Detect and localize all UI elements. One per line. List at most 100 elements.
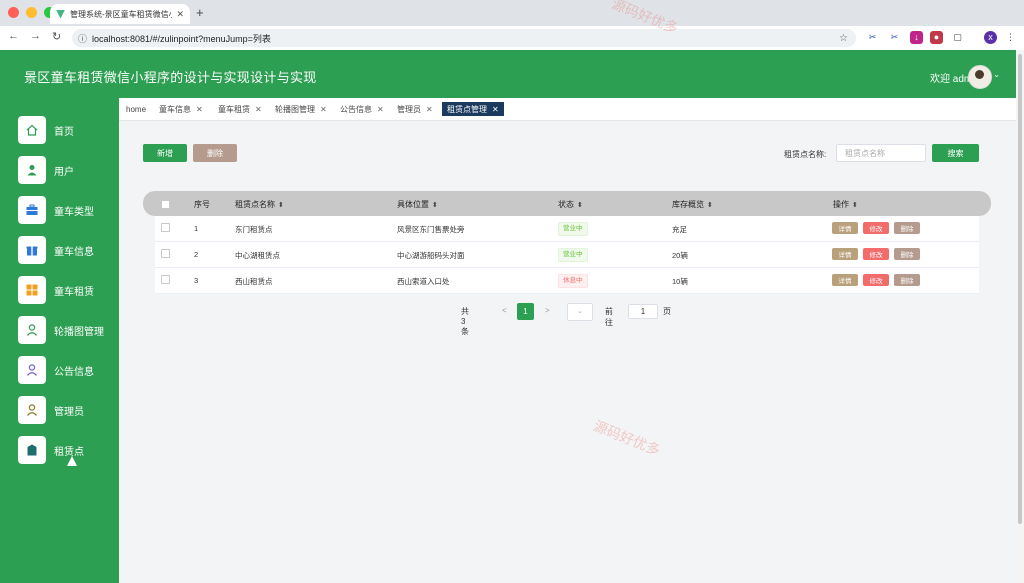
tab-announcements[interactable]: 公告信息 ✕ xyxy=(340,102,384,116)
detail-button[interactable]: 详情 xyxy=(832,222,858,234)
browser-tab-title: 管理系统-景区童车租赁微信小... xyxy=(70,9,173,19)
bookmark-star-icon[interactable]: ☆ xyxy=(839,33,848,44)
close-icon[interactable]: ✕ xyxy=(377,105,384,114)
cell-location: 中心湖游船码头对面 xyxy=(397,251,465,260)
more-menu-icon[interactable]: ⋮ xyxy=(1004,31,1017,44)
edit-button[interactable]: 修改 xyxy=(863,248,889,260)
table-row: 3 西山租赁点 西山索道入口处 休息中 10辆 详情 修改 删除 xyxy=(155,268,979,294)
column-header-name[interactable]: 租赁点名称 ⬍ xyxy=(235,199,284,210)
cell-stock: 10辆 xyxy=(672,277,688,286)
sidebar-item-stroller-rental[interactable]: 童车租赁 xyxy=(18,276,118,304)
sidebar-item-label: 首页 xyxy=(54,126,74,138)
new-tab-icon[interactable]: + xyxy=(196,5,204,20)
delete-button[interactable]: 删除 xyxy=(193,144,237,162)
row-checkbox[interactable] xyxy=(161,275,170,284)
sidebar-item-home[interactable]: 首页 xyxy=(18,116,118,144)
avatar[interactable] xyxy=(968,65,992,89)
edit-button[interactable]: 修改 xyxy=(863,222,889,234)
chevron-down-icon[interactable]: ⌄ xyxy=(993,70,1000,79)
data-table: 序号 租赁点名称 ⬍ 具体位置 ⬍ 状态 ⬍ 库存概览 ⬍ 操作 ⬍ 1 东门租赁点 风景… xyxy=(143,191,991,294)
cell-name: 西山租赁点 xyxy=(235,277,273,286)
tab-stroller-info[interactable]: 童车信息 ✕ xyxy=(159,102,203,116)
cell-location: 西山索道入口处 xyxy=(397,277,450,286)
column-header-actions[interactable]: 操作 ⬍ xyxy=(833,199,858,210)
search-input[interactable] xyxy=(836,144,926,162)
sidebar-item-announcements[interactable]: 公告信息 xyxy=(18,356,118,384)
row-delete-button[interactable]: 删除 xyxy=(894,222,920,234)
back-icon[interactable]: ← xyxy=(8,30,19,42)
tab-carousel[interactable]: 轮播图管理 ✕ xyxy=(275,102,327,116)
close-window-button[interactable] xyxy=(8,7,19,18)
close-icon[interactable]: ✕ xyxy=(426,105,433,114)
url-text: localhost:8081/#/zulinpoint?menuJump=列表 xyxy=(92,33,271,44)
download-extension-icon[interactable]: ↓ xyxy=(910,31,923,44)
sidebar-item-carousel[interactable]: 轮播图管理 xyxy=(18,316,118,344)
status-badge: 休息中 xyxy=(558,274,588,288)
search-label: 租赁点名称: xyxy=(784,150,827,159)
address-bar-row: ← → ↻ ⓘ localhost:8081/#/zulinpoint?menu… xyxy=(0,26,1024,50)
row-checkbox[interactable] xyxy=(161,249,170,258)
page-tabs-bar: home 童车信息 ✕ 童车租赁 ✕ 轮播图管理 ✕ 公告信息 ✕ 管理员 ✕ 租赁点管理… xyxy=(119,98,1016,121)
sidebar-item-label: 童车租赁 xyxy=(54,286,94,298)
chevron-down-icon: ⌄ xyxy=(577,308,583,315)
address-bar[interactable]: ⓘ localhost:8081/#/zulinpoint?menuJump=列… xyxy=(72,29,856,47)
puzzle-extension-icon[interactable]: ▢ xyxy=(951,31,964,44)
search-button[interactable]: 搜索 xyxy=(932,144,979,162)
sidebar-item-admins[interactable]: 管理员 xyxy=(18,396,118,424)
cell-index: 2 xyxy=(194,250,199,259)
status-badge: 营业中 xyxy=(558,222,588,236)
row-checkbox[interactable] xyxy=(161,223,170,232)
sort-icon[interactable]: ⬍ xyxy=(278,202,284,209)
reload-icon[interactable]: ↻ xyxy=(52,30,61,43)
forward-icon[interactable]: → xyxy=(30,30,41,42)
next-page-button[interactable]: > xyxy=(545,306,550,315)
profile-avatar-icon[interactable]: x xyxy=(984,31,997,44)
sort-icon[interactable]: ⬍ xyxy=(707,202,713,209)
profile-extension-icon[interactable]: ● xyxy=(930,31,943,44)
scissors-extension-icon[interactable]: ✂ xyxy=(866,31,879,44)
cell-stock: 20辆 xyxy=(672,251,688,260)
tab-stroller-rental[interactable]: 童车租赁 ✕ xyxy=(218,102,262,116)
scissors-alt-extension-icon[interactable]: ✂ xyxy=(888,31,901,44)
close-icon[interactable]: ✕ xyxy=(255,105,262,114)
close-icon[interactable]: ✕ xyxy=(196,105,203,114)
row-delete-button[interactable]: 删除 xyxy=(894,248,920,260)
tab-label: 管理员 xyxy=(397,104,421,114)
browser-tab[interactable]: 管理系统-景区童车租赁微信小... ✕ xyxy=(50,4,190,24)
select-all-checkbox[interactable] xyxy=(161,200,170,209)
cell-name: 中心湖租赁点 xyxy=(235,251,280,260)
tab-admins[interactable]: 管理员 ✕ xyxy=(397,102,433,116)
close-icon[interactable]: ✕ xyxy=(320,105,327,114)
current-page-button[interactable]: 1 xyxy=(517,303,534,320)
sidebar-item-users[interactable]: 用户 xyxy=(18,156,118,184)
page-scrollbar[interactable] xyxy=(1016,50,1024,583)
person-icon xyxy=(18,356,46,384)
detail-button[interactable]: 详情 xyxy=(832,248,858,260)
minimize-window-button[interactable] xyxy=(26,7,37,18)
sort-icon[interactable]: ⬍ xyxy=(577,202,583,209)
cell-index: 1 xyxy=(194,224,199,233)
page-size-select[interactable]: ⌄ xyxy=(567,303,593,321)
edit-button[interactable]: 修改 xyxy=(863,274,889,286)
close-icon[interactable]: ✕ xyxy=(492,105,499,114)
sort-icon[interactable]: ⬍ xyxy=(432,202,438,209)
close-tab-icon[interactable]: ✕ xyxy=(176,9,184,20)
column-header-location[interactable]: 具体位置 ⬍ xyxy=(397,199,438,210)
column-header-status[interactable]: 状态 ⬍ xyxy=(558,199,583,210)
column-header-stock[interactable]: 库存概览 ⬍ xyxy=(672,199,713,210)
goto-page-input[interactable]: 1 xyxy=(628,304,658,319)
row-delete-button[interactable]: 删除 xyxy=(894,274,920,286)
sidebar-item-stroller-info[interactable]: 童车信息 xyxy=(18,236,118,264)
tab-rental-point-management[interactable]: 租赁点管理 ✕ xyxy=(442,102,504,116)
location-icon xyxy=(18,436,46,464)
detail-button[interactable]: 详情 xyxy=(832,274,858,286)
sidebar-item-label: 童车信息 xyxy=(54,246,94,258)
prev-page-button[interactable]: < xyxy=(502,306,507,315)
tab-home[interactable]: home xyxy=(126,102,146,116)
site-info-icon[interactable]: ⓘ xyxy=(78,32,87,45)
tab-label: 童车信息 xyxy=(159,104,191,114)
sort-icon[interactable]: ⬍ xyxy=(852,202,858,209)
add-button[interactable]: 新增 xyxy=(143,144,187,162)
tab-label: 轮播图管理 xyxy=(275,104,315,114)
sidebar-item-stroller-type[interactable]: 童车类型 xyxy=(18,196,118,224)
